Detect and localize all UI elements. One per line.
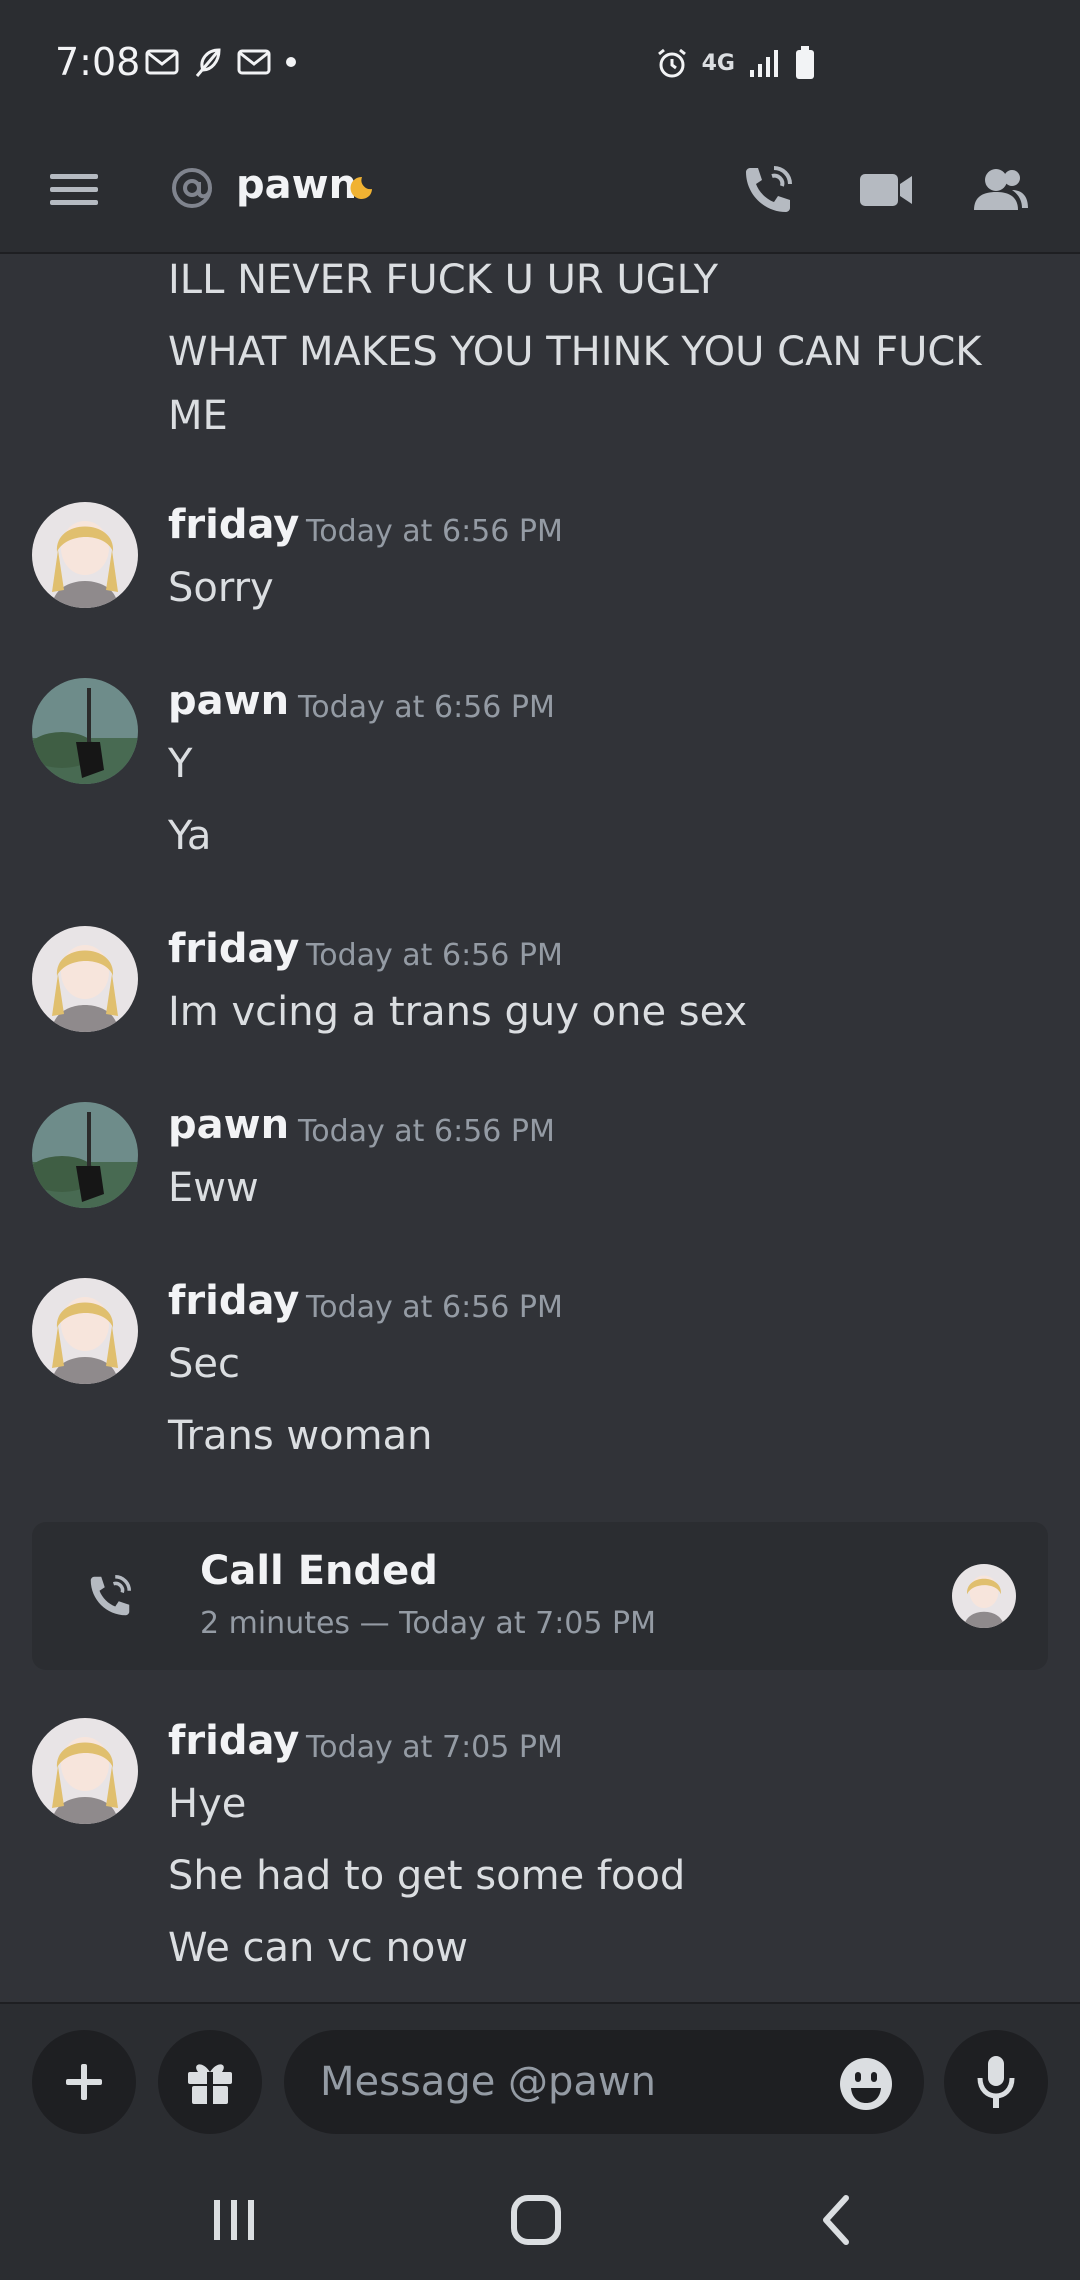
phone-call-icon[interactable] [736,158,800,222]
message-text: Sec [168,1341,240,1387]
system-icons: 4G [656,46,815,80]
mail-icon [145,49,179,75]
message-author[interactable]: friday [168,502,299,548]
message-text: Ya [168,813,212,859]
home-icon[interactable] [504,2188,568,2252]
message-author[interactable]: friday [168,1718,299,1764]
message-timestamp: Today at 6:56 PM [306,1290,563,1325]
call-title: Call Ended [200,1548,438,1594]
network-type: 4G [701,50,735,76]
message-input[interactable] [284,2030,924,2134]
message-author[interactable]: pawn [168,1102,289,1148]
system-navigation-bar [0,2160,1080,2280]
avatar[interactable] [32,926,138,1032]
avatar[interactable] [32,502,138,608]
message-timestamp: Today at 7:05 PM [306,1730,563,1765]
voice-message-button[interactable] [944,2030,1048,2134]
message-author[interactable]: pawn [168,678,289,724]
message-text: We can vc now [168,1925,469,1971]
signal-icon [750,50,778,77]
emoji-icon[interactable] [838,2056,894,2112]
message-timestamp: Today at 6:56 PM [298,1114,555,1149]
message-timestamp: Today at 6:56 PM [306,938,563,973]
video-camera-icon[interactable] [854,158,918,222]
message-timestamp: Today at 6:56 PM [306,514,563,549]
gift-icon [188,2064,232,2104]
plus-icon [66,2064,102,2100]
status-time: 7:08 [55,40,141,84]
back-icon[interactable] [806,2188,870,2252]
alarm-icon [657,48,686,78]
members-icon[interactable] [968,158,1032,222]
participant-avatar[interactable] [952,1564,1016,1628]
add-attachment-button[interactable] [32,2030,136,2134]
message-text: WHAT MAKES YOU THINK YOU CAN FUCK [168,329,982,375]
message-text: Sorry [168,565,274,611]
message-text: Im vcing a trans guy one sex [168,989,748,1035]
message-text: Eww [168,1165,259,1211]
phone-call-icon [90,1575,131,1616]
dot-icon [286,57,296,67]
battery-icon [796,46,814,79]
channel-name[interactable]: pawn [236,162,357,208]
chat-header: pawn [0,130,1080,254]
message-author[interactable]: friday [168,926,299,972]
gift-button[interactable] [158,2030,262,2134]
idle-moon-icon [350,176,372,199]
message-text: She had to get some food [168,1853,686,1899]
message-text: ILL NEVER FUCK U UR UGLY [168,257,719,303]
avatar[interactable] [32,678,138,784]
avatar[interactable] [32,1278,138,1384]
message-composer [0,2002,1080,2160]
avatar[interactable] [32,1102,138,1208]
message-text: Trans woman [168,1413,433,1459]
avatar[interactable] [32,1718,138,1824]
call-duration: 2 minutes — Today at 7:05 PM [200,1606,656,1641]
mail-icon [237,49,271,75]
message-text: Hye [168,1781,247,1827]
message-list[interactable]: ILL NEVER FUCK U UR UGLY WHAT MAKES YOU … [0,254,1080,2002]
message-timestamp: Today at 6:56 PM [298,690,555,725]
message-text: ME [168,393,228,439]
call-ended-card[interactable]: Call Ended 2 minutes — Today at 7:05 PM [32,1522,1048,1670]
recent-apps-icon[interactable] [202,2188,266,2252]
feather-icon [195,48,221,77]
status-bar: 7:08 4G [0,0,1080,130]
hamburger-icon[interactable] [48,164,100,216]
notification-icons [145,46,297,78]
message-author[interactable]: friday [168,1278,299,1324]
at-icon [172,168,212,208]
message-text: Y [168,741,193,787]
microphone-icon [977,2056,1015,2108]
